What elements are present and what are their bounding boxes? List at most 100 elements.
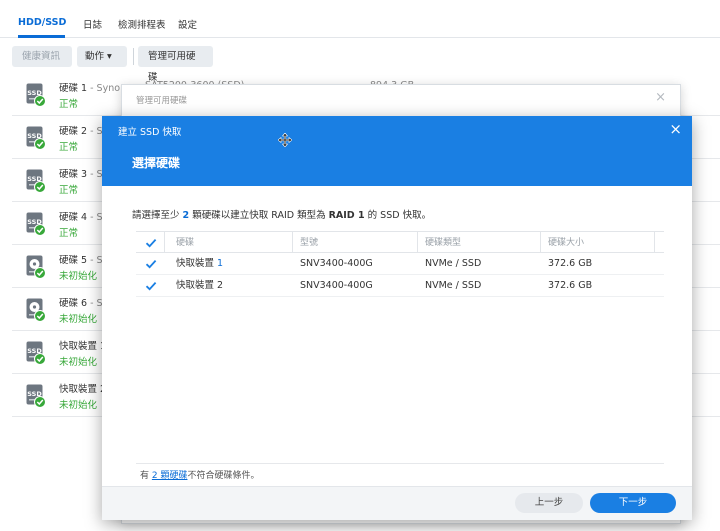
divider	[136, 463, 664, 464]
disk-name: 硬碟 2 - S	[59, 123, 103, 137]
ssd-icon: SSD	[26, 83, 46, 107]
dialog-footer: 上一步 下一步	[102, 486, 692, 520]
column-divider	[654, 232, 655, 253]
instruction-count: 2	[182, 210, 190, 221]
disk-name-text: 快取裝置 1	[59, 341, 107, 352]
column-header-model[interactable]: 型號	[300, 232, 318, 254]
tab-test-schedule[interactable]: 檢測排程表	[118, 17, 166, 31]
create-ssd-cache-dialog: 建立 SSD 快取 × 選擇硬碟 請選擇至少 2 顆硬碟以建立快取 RAID 類…	[102, 116, 692, 520]
dialog-title: 建立 SSD 快取	[118, 127, 182, 138]
ineligible-drives-link[interactable]: 2 顆硬碟	[152, 471, 188, 481]
hdd-icon	[26, 255, 46, 279]
select-all-checkbox[interactable]	[145, 237, 157, 249]
disk-vendor: - S	[87, 126, 103, 137]
cell-model: SNV3400-400G	[300, 280, 373, 291]
footnote-post: 不符合硬碟條件。	[187, 471, 260, 481]
disk-name-text: 硬碟 3	[59, 169, 88, 180]
instruction-raid: RAID 1	[328, 210, 365, 221]
column-header-type[interactable]: 硬碟類型	[425, 232, 461, 254]
hdd-icon	[26, 298, 46, 322]
health-info-button[interactable]: 健康資訊	[12, 46, 72, 67]
instruction-text: 請選擇至少 2 顆硬碟以建立快取 RAID 類型為 RAID 1 的 SSD 快…	[132, 207, 431, 221]
disk-name: 硬碟 1 - Syno	[59, 80, 120, 94]
cell-size: 372.6 GB	[548, 258, 593, 269]
disk-vendor: - Syno	[87, 83, 121, 94]
cell-type: NVMe / SSD	[425, 280, 482, 291]
table-row[interactable]: 快取裝置 1 SNV3400-400G NVMe / SSD 372.6 GB	[136, 253, 664, 275]
table-row[interactable]: 快取裝置 2 SNV3400-400G NVMe / SSD 372.6 GB	[136, 275, 664, 297]
disk-status: 正常	[59, 99, 79, 110]
disk-name-text: 硬碟 1	[59, 83, 88, 94]
actions-label: 動作	[85, 51, 105, 62]
close-icon[interactable]: ×	[655, 90, 666, 105]
ssd-icon: SSD	[26, 169, 46, 193]
previous-button[interactable]: 上一步	[515, 493, 583, 513]
column-divider	[540, 232, 541, 253]
column-header-size[interactable]: 硬碟大小	[548, 232, 584, 254]
manage-available-drives-button[interactable]: 管理可用硬碟	[138, 46, 213, 83]
disk-vendor: - S	[87, 298, 103, 309]
disk-status: 未初始化	[59, 357, 98, 368]
disk-name-text: 硬碟 5	[59, 255, 88, 266]
toolbar: 健康資訊 動作 ▾ 管理可用硬碟	[0, 44, 720, 83]
disk-vendor: - S	[87, 212, 103, 223]
ineligible-drives-note: 有 2 顆硬碟不符合硬碟條件。	[140, 468, 259, 481]
row-checkbox[interactable]	[145, 258, 157, 270]
toolbar-divider	[133, 48, 134, 65]
cell-disk: 快取裝置 2	[176, 275, 223, 297]
dialog-header: 建立 SSD 快取 × 選擇硬碟	[102, 116, 692, 186]
disk-status: 正常	[59, 185, 79, 196]
cell-size: 372.6 GB	[548, 280, 593, 291]
cell-disk-number: 2	[217, 280, 224, 291]
active-tab-indicator	[18, 35, 65, 38]
disk-name-text: 硬碟 2	[59, 126, 88, 137]
disk-name: 硬碟 6 - S	[59, 295, 103, 309]
table-header: 硬碟 型號 硬碟類型 硬碟大小	[136, 231, 664, 253]
disk-name: 硬碟 4 - S	[59, 209, 103, 223]
chevron-down-icon: ▾	[107, 51, 112, 62]
disk-status: 未初始化	[59, 314, 98, 325]
cell-type: NVMe / SSD	[425, 258, 482, 269]
column-divider	[292, 232, 293, 253]
column-divider	[417, 232, 418, 253]
footnote-pre: 有	[140, 471, 152, 481]
actions-button[interactable]: 動作 ▾	[77, 46, 127, 67]
disk-status: 正常	[59, 228, 79, 239]
tab-log[interactable]: 日誌	[83, 17, 102, 31]
instruction-post: 的 SSD 快取。	[367, 210, 432, 221]
cell-disk-prefix: 快取裝置	[176, 258, 218, 269]
next-button[interactable]: 下一步	[590, 493, 676, 513]
disk-name: 快取裝置 1	[59, 338, 106, 352]
disk-name: 硬碟 5 - S	[59, 252, 103, 266]
tab-hdd-ssd[interactable]: HDD/SSD	[18, 17, 66, 28]
disk-name: 硬碟 3 - S	[59, 166, 103, 180]
disk-vendor: - S	[87, 169, 103, 180]
tab-settings[interactable]: 設定	[178, 17, 197, 31]
cell-disk-number: 1	[217, 258, 224, 269]
disk-name-text: 硬碟 6	[59, 298, 88, 309]
disk-status: 未初始化	[59, 400, 98, 411]
back-dialog-title: 管理可用硬碟	[136, 96, 188, 106]
disk-name-text: 快取裝置 2	[59, 384, 107, 395]
disk-name-text: 硬碟 4	[59, 212, 88, 223]
ssd-icon: SSD	[26, 384, 46, 408]
disk-vendor: - S	[87, 255, 103, 266]
move-cursor-icon	[278, 133, 292, 147]
close-icon[interactable]: ×	[669, 121, 682, 137]
cell-disk: 快取裝置 1	[176, 253, 223, 275]
column-divider	[164, 232, 165, 253]
health-info-label: 健康資訊	[22, 51, 61, 62]
instruction-pre: 請選擇至少	[132, 210, 180, 221]
disk-status: 未初始化	[59, 271, 98, 282]
cell-disk-prefix: 快取裝置	[176, 280, 218, 291]
step-title: 選擇硬碟	[132, 156, 181, 170]
cell-model: SNV3400-400G	[300, 258, 373, 269]
ssd-icon: SSD	[26, 341, 46, 365]
column-header-disk[interactable]: 硬碟	[176, 232, 194, 254]
disk-status: 正常	[59, 142, 79, 153]
row-checkbox[interactable]	[145, 280, 157, 292]
tab-bar: HDD/SSD 日誌 檢測排程表 設定	[0, 0, 720, 38]
instruction-mid: 顆硬碟以建立快取 RAID 類型為	[192, 210, 326, 221]
ssd-icon: SSD	[26, 126, 46, 150]
ssd-icon: SSD	[26, 212, 46, 236]
